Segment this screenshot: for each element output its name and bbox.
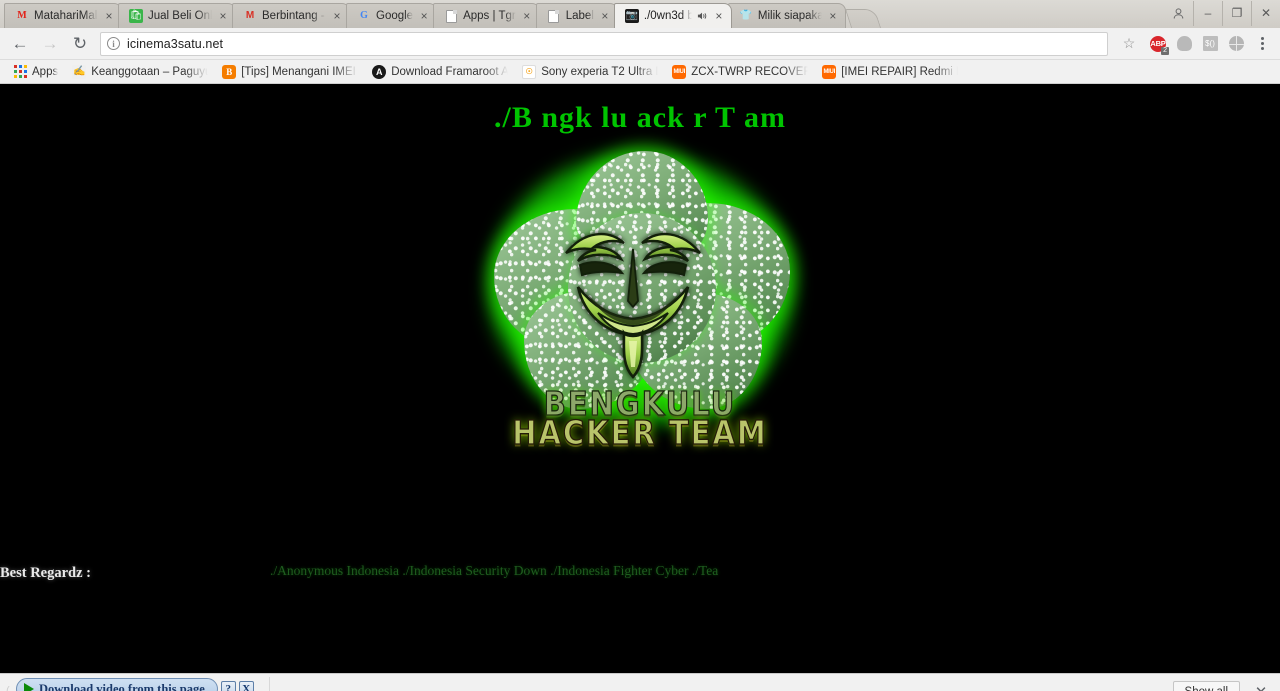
sony-icon: ☉ — [522, 64, 537, 79]
script-blocker-icon[interactable]: $() — [1198, 32, 1222, 56]
browser-tab-5[interactable]: Label × — [535, 3, 618, 28]
miui-icon: MIUI — [822, 64, 837, 79]
forward-button[interactable]: → — [36, 30, 64, 58]
kebab-glyph — [1260, 37, 1264, 50]
mataharimall-icon: M — [17, 10, 27, 21]
ghost-glyph — [1176, 36, 1192, 51]
logo-line-2: HACKER TEAM — [512, 414, 768, 453]
tab-close-icon[interactable]: × — [418, 10, 430, 22]
adblock-plus-icon[interactable]: ABP 2 — [1146, 32, 1170, 56]
bookmark-label: Download Framaroot Ap — [391, 65, 509, 78]
tab-title: Label — [565, 10, 594, 22]
bookmark-item-2[interactable]: B [Tips] Menangani IMEI y — [215, 62, 365, 82]
globe-glyph — [1228, 36, 1244, 51]
new-tab-button[interactable] — [844, 9, 881, 28]
ghostery-icon[interactable] — [1172, 32, 1196, 56]
video-helper-close-button[interactable]: X — [238, 681, 254, 691]
bookmark-item-3[interactable]: A Download Framaroot Ap — [365, 62, 515, 82]
bookmark-item-4[interactable]: ☉ Sony experia T2 Ultra Du — [515, 62, 665, 82]
miui-icon: MIUI — [672, 64, 687, 79]
bookmark-label: Sony experia T2 Ultra Du — [541, 65, 659, 78]
download-shelf: ( S.PLUS6TRN....ZIPd ⌃ Download video fr… — [0, 673, 1280, 691]
tab-close-icon[interactable]: × — [521, 10, 533, 22]
greetz-text: ./Anonymous Indonesia ./Indonesia Securi… — [270, 563, 719, 578]
show-all-downloads-button[interactable]: Show all — [1172, 680, 1240, 691]
tab-close-icon[interactable]: × — [599, 10, 611, 22]
video-download-helper-widget[interactable]: Download video from this page ? X — [16, 677, 254, 691]
browser-tab-strip: M MatahariMall.com × 🛍 Jual Beli Online … — [0, 0, 1280, 28]
tshirt-icon: 👕 — [739, 10, 753, 21]
tab-close-icon[interactable]: × — [713, 10, 725, 22]
blogger-icon: B — [222, 64, 237, 79]
site-info-icon[interactable]: i — [107, 37, 120, 50]
window-maximize-button[interactable]: ❐ — [1222, 0, 1251, 26]
tab-title: ./0wn3d by Mr — [643, 10, 692, 22]
address-bar[interactable]: i icinema3satu.net — [100, 31, 1108, 56]
bookmark-label: [IMEI REPAIR] Redmi No — [841, 65, 959, 78]
browser-toolbar: ← → ↻ i icinema3satu.net ☆ ABP 2 $() — [0, 28, 1280, 60]
tab-close-icon[interactable]: × — [103, 10, 115, 22]
download-video-button[interactable]: Download video from this page — [16, 678, 218, 691]
bookmark-label: ZCX-TWRP RECOVERY F — [691, 65, 808, 78]
tab-title: Berbintang - atlan — [262, 10, 326, 22]
browser-tab-3[interactable]: G Google × — [346, 3, 438, 28]
tokopedia-bag-icon: 🛍 — [129, 9, 143, 23]
defacement-page-content: ./B ngk lu ack r T am BENGKULU HACKER TE… — [0, 84, 1280, 673]
play-icon — [24, 683, 34, 691]
logo-wordmark: BENGKULU HACKER TEAM — [470, 387, 810, 453]
google-icon: G — [360, 10, 368, 21]
back-button[interactable]: ← — [6, 30, 34, 58]
bookmark-item-5[interactable]: MIUI ZCX-TWRP RECOVERY F — [665, 62, 815, 82]
reload-button[interactable]: ↻ — [66, 30, 94, 58]
tab-title: Apps | Tgr — [463, 10, 516, 22]
page-title: ./B ngk lu ack r T am — [494, 101, 786, 134]
tab-title: Jual Beli Online An — [148, 10, 212, 22]
hacker-team-logo: BENGKULU HACKER TEAM — [470, 143, 810, 450]
browser-tab-2[interactable]: M Berbintang - atlan × — [232, 3, 350, 28]
browser-tab-4[interactable]: Apps | Tgr × — [433, 3, 540, 28]
camera-icon: 📷 — [624, 9, 639, 23]
bookmarks-bar: Apps ✍ Keanggotaan – Paguyub B [Tips] Me… — [0, 60, 1280, 84]
tab-title: MatahariMall.com — [34, 10, 98, 22]
script-glyph: $() — [1202, 36, 1218, 51]
tab-close-icon[interactable]: × — [827, 10, 839, 22]
window-controls: – ❐ ✕ — [1164, 0, 1280, 26]
bookmark-star-icon[interactable]: ☆ — [1116, 30, 1144, 58]
bookmark-label: [Tips] Menangani IMEI y — [241, 65, 359, 78]
bookmark-label: Keanggotaan – Paguyub — [91, 65, 209, 78]
browser-tab-1[interactable]: 🛍 Jual Beli Online An × — [118, 3, 236, 28]
profile-icon[interactable] — [1164, 1, 1193, 26]
apps-grid-icon — [13, 65, 27, 79]
best-regardz-label: Best Regardz : — [0, 565, 92, 581]
document-icon — [444, 9, 458, 23]
star-glyph: ☆ — [1122, 35, 1136, 51]
chrome-menu-icon[interactable] — [1250, 32, 1274, 56]
video-helper-help-button[interactable]: ? — [220, 681, 236, 691]
close-download-shelf-button[interactable]: ✕ — [1252, 683, 1270, 691]
browser-tab-6-active[interactable]: 📷 ./0wn3d by Mr × — [613, 3, 732, 28]
anonymous-mask-icon — [558, 209, 708, 381]
abp-count-badge: 2 — [1161, 46, 1169, 55]
globe-extension-icon[interactable] — [1224, 32, 1248, 56]
url-text: icinema3satu.net — [127, 36, 224, 51]
pen-icon: ✍ — [72, 64, 87, 79]
document-icon — [547, 9, 561, 23]
bookmark-item-6[interactable]: MIUI [IMEI REPAIR] Redmi No — [815, 62, 965, 82]
bookmark-item-1[interactable]: ✍ Keanggotaan – Paguyub — [65, 62, 215, 82]
tab-title: Milik siapakah 021 — [757, 10, 822, 22]
window-minimize-button[interactable]: – — [1193, 0, 1222, 26]
browser-tab-7[interactable]: 👕 Milik siapakah 021 × — [727, 3, 846, 28]
bookmark-apps[interactable]: Apps — [6, 62, 65, 82]
shelf-right-controls: Show all ✕ — [1172, 680, 1270, 691]
tab-title: Google — [376, 10, 414, 22]
browser-tab-0[interactable]: M MatahariMall.com × — [4, 3, 122, 28]
tab-close-icon[interactable]: × — [217, 10, 229, 22]
gmail-icon: M — [245, 10, 255, 21]
bookmark-label: Apps — [32, 65, 59, 78]
framaroot-icon: A — [372, 64, 387, 79]
download-video-label: Download video from this page — [39, 681, 205, 691]
tab-audio-playing-icon[interactable] — [697, 10, 708, 22]
tab-close-icon[interactable]: × — [331, 10, 343, 22]
window-close-button[interactable]: ✕ — [1251, 0, 1280, 26]
